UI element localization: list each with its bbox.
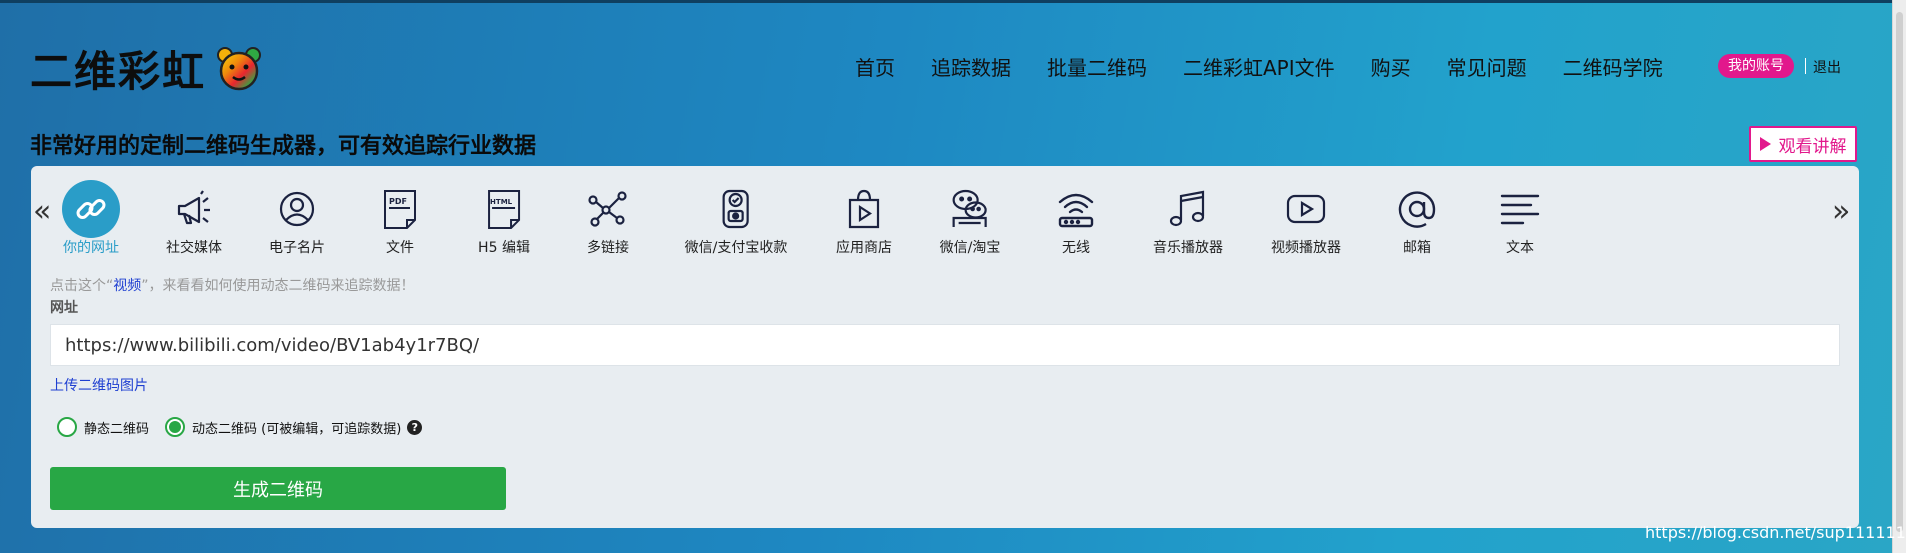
logo[interactable]: 二维彩虹: [30, 38, 262, 99]
type-file[interactable]: PDF 文件: [376, 185, 424, 257]
nav-api[interactable]: 二维彩虹API文件: [1183, 52, 1335, 81]
top-border: [0, 0, 1906, 3]
next-arrow-icon[interactable]: »: [1832, 197, 1850, 227]
type-text[interactable]: 文本: [1496, 185, 1544, 257]
type-multilink[interactable]: 多链接: [584, 185, 632, 257]
type-video[interactable]: 视频播放器: [1271, 185, 1341, 257]
type-wechat[interactable]: 微信/淘宝: [939, 185, 1001, 257]
type-music[interactable]: 音乐播放器: [1153, 185, 1223, 257]
type-label: H5 编辑: [478, 240, 530, 256]
radio-static[interactable]: [57, 417, 77, 437]
watch-tutorial-label: 观看讲解: [1778, 136, 1847, 157]
text-icon: [1496, 185, 1544, 233]
url-input[interactable]: [50, 324, 1840, 366]
html-icon: HTML: [480, 185, 528, 233]
wifi-icon: [1052, 185, 1100, 233]
type-email[interactable]: 邮箱: [1393, 185, 1441, 257]
upload-qr-link[interactable]: 上传二维码图片: [50, 375, 148, 395]
music-icon: [1164, 185, 1212, 233]
type-label: 文本: [1506, 240, 1534, 256]
youtube-icon: [1282, 185, 1330, 233]
watch-tutorial-button[interactable]: 观看讲解: [1749, 126, 1857, 162]
svg-text:PDF: PDF: [389, 197, 407, 206]
hint-suffix: ”，来看看如何使用动态二维码来追踪数据！: [141, 278, 415, 294]
main-nav: 首页 追踪数据 批量二维码 二维彩虹API文件 购买 常见问题 二维码学院: [855, 52, 1699, 81]
play-icon: [1759, 137, 1771, 151]
type-label: 你的网址: [63, 240, 119, 256]
radio-static-label: 静态二维码: [84, 421, 150, 437]
nav-home[interactable]: 首页: [855, 52, 895, 81]
video-hint: 点击这个“视频”，来看看如何使用动态二维码来追踪数据！: [50, 275, 415, 295]
type-label: 视频播放器: [1271, 240, 1341, 256]
type-appstore[interactable]: 应用商店: [836, 185, 892, 257]
type-label: 文件: [386, 240, 414, 256]
logout-link[interactable]: 退出: [1813, 57, 1841, 77]
radio-dynamic-label: 动态二维码 (可被编辑，可追踪数据): [192, 421, 402, 437]
megaphone-icon: [170, 185, 218, 233]
type-label: 应用商店: [836, 240, 892, 256]
type-label: 多链接: [587, 240, 629, 256]
at-icon: [1393, 185, 1441, 233]
prev-arrow-icon[interactable]: «: [33, 197, 51, 227]
nav-buy[interactable]: 购买: [1371, 52, 1411, 81]
url-field-label: 网址: [50, 300, 78, 316]
pdf-icon: PDF: [376, 185, 424, 233]
logo-text: 二维彩虹: [30, 47, 207, 96]
network-icon: [584, 185, 632, 233]
type-label: 电子名片: [269, 240, 325, 256]
svg-text:HTML: HTML: [490, 198, 513, 206]
watermark: https://blog.csdn.net/sup11111111: [1645, 523, 1906, 542]
type-label: 微信/淘宝: [939, 240, 1001, 256]
shopping-bag-icon: [840, 185, 888, 233]
user-icon: [273, 185, 321, 233]
nav-academy[interactable]: 二维码学院: [1563, 52, 1663, 81]
generate-qr-button[interactable]: 生成二维码: [50, 467, 506, 510]
nav-faq[interactable]: 常见问题: [1447, 52, 1527, 81]
type-h5[interactable]: HTML H5 编辑: [478, 185, 530, 257]
page-tagline: 非常好用的定制二维码生成器，可有效追踪行业数据: [30, 134, 537, 159]
rainbow-bear-icon: [217, 46, 262, 90]
scrollbar[interactable]: [1892, 0, 1906, 553]
nav-divider: [1805, 58, 1806, 74]
radio-dynamic[interactable]: [165, 417, 185, 437]
scrollbar-thumb[interactable]: [1896, 12, 1903, 532]
type-url[interactable]: 你的网址: [62, 180, 120, 257]
type-payment[interactable]: 微信/支付宝收款: [684, 185, 788, 257]
type-vcard[interactable]: 电子名片: [269, 185, 325, 257]
help-icon[interactable]: ?: [407, 419, 423, 435]
type-wifi[interactable]: 无线: [1052, 185, 1100, 257]
nav-batch[interactable]: 批量二维码: [1047, 52, 1147, 81]
type-label: 邮箱: [1403, 240, 1431, 256]
my-account-button[interactable]: 我的账号: [1718, 54, 1794, 78]
hint-video-link[interactable]: 视频: [113, 278, 141, 294]
type-label: 无线: [1062, 240, 1090, 256]
nav-tracking[interactable]: 追踪数据: [931, 52, 1011, 81]
payment-icon: [712, 185, 760, 233]
type-label: 社交媒体: [166, 240, 222, 256]
radio-selected-dot: [169, 421, 181, 433]
radio-static-option[interactable]: 静态二维码: [57, 417, 149, 437]
radio-dynamic-option[interactable]: 动态二维码 (可被编辑，可追踪数据) ?: [165, 417, 423, 437]
type-label: 音乐播放器: [1153, 240, 1223, 256]
link-icon: [62, 180, 120, 238]
type-label: 微信/支付宝收款: [684, 240, 788, 256]
hint-prefix: 点击这个“: [50, 278, 114, 294]
type-social[interactable]: 社交媒体: [166, 185, 222, 257]
wechat-icon: [946, 185, 994, 233]
